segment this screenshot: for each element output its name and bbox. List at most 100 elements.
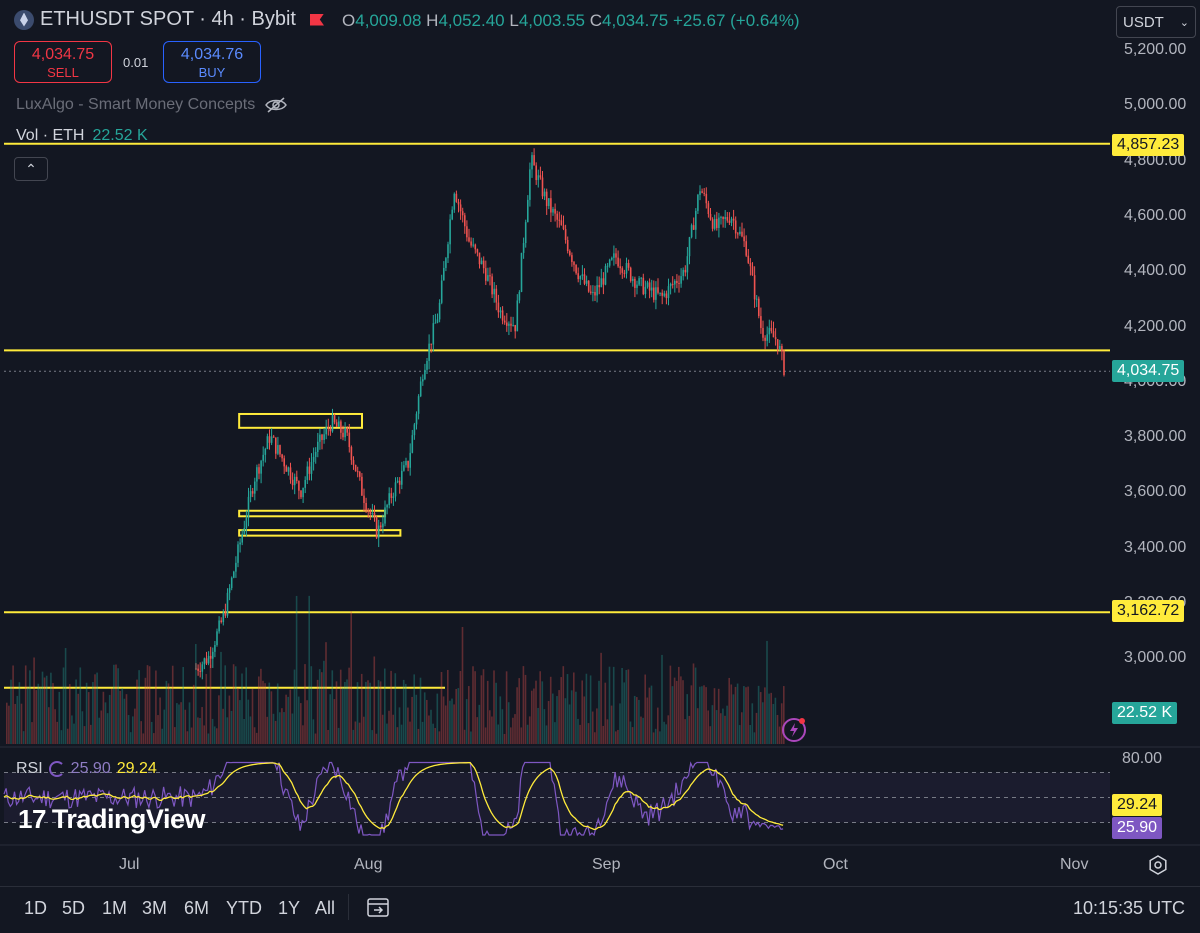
date-range-icon[interactable] [366, 895, 390, 919]
sync-icon[interactable] [48, 761, 65, 777]
candle-body [556, 213, 558, 220]
volume-bar [533, 688, 535, 744]
candle-body [657, 287, 659, 293]
candle-body [419, 381, 422, 397]
volume-bar [747, 686, 749, 744]
candle-body [745, 241, 747, 256]
clock[interactable]: 10:15:35 UTC [1073, 898, 1185, 919]
candle-body [766, 334, 768, 341]
candle-body [350, 447, 353, 461]
volume-bar [766, 640, 768, 744]
range-6m[interactable]: 6M [184, 898, 209, 919]
candle-body [270, 436, 273, 443]
volume-bar [69, 684, 71, 744]
volume-bar [66, 728, 69, 744]
candle-body [592, 292, 594, 294]
range-1d[interactable]: 1D [24, 898, 47, 919]
volume-bar [354, 721, 357, 744]
volume-bar [648, 687, 651, 744]
candle-body [472, 244, 474, 246]
candle-body [361, 476, 363, 496]
volume-bar [287, 696, 289, 744]
volume-bar [568, 704, 571, 744]
range-all[interactable]: All [315, 898, 335, 919]
volume-bar [608, 666, 611, 744]
volume-bar [184, 709, 187, 744]
volume-bar [270, 691, 273, 744]
candle-body [713, 218, 716, 229]
support-level-tag: 3,162.72 [1112, 600, 1185, 622]
candle-body [241, 533, 243, 543]
candle-body [535, 165, 537, 181]
range-5d[interactable]: 5D [62, 898, 85, 919]
candle-body [335, 422, 338, 427]
range-3m[interactable]: 3M [142, 898, 167, 919]
candle-body [304, 479, 306, 488]
volume-bar [342, 687, 344, 744]
candle-body [590, 291, 592, 293]
settings-gear-icon[interactable] [1148, 855, 1168, 875]
volume-bar [195, 644, 197, 744]
candle-body [690, 225, 693, 238]
volume-bar [79, 667, 82, 744]
volume-bar [759, 692, 762, 744]
volume-bar [535, 680, 537, 744]
rsi-legend[interactable]: RSI 25.90 29.24 [16, 760, 157, 778]
volume-bar [602, 725, 604, 744]
volume-bar [247, 699, 250, 744]
volume-bar [98, 717, 100, 744]
volume-bar [732, 694, 735, 744]
candle-body [401, 470, 403, 485]
candle-body [569, 250, 571, 256]
range-ytd[interactable]: YTD [226, 898, 262, 919]
volume-bar [264, 683, 266, 744]
price-chart[interactable] [0, 0, 1200, 932]
candle-body [529, 169, 531, 200]
volume-bar [516, 687, 518, 744]
candle-body [585, 280, 588, 284]
volume-bar [537, 707, 539, 744]
volume-bar [232, 664, 235, 744]
volume-bar [552, 693, 554, 744]
volume-bar [629, 721, 632, 744]
volume-bar [358, 722, 361, 744]
volume-bar [216, 728, 218, 744]
candle-body [598, 285, 600, 288]
volume-bar [150, 721, 153, 744]
volume-bar [211, 718, 214, 744]
flash-alert-icon[interactable] [781, 716, 807, 742]
candle-body [506, 322, 508, 326]
volume-bar [699, 686, 701, 744]
candle-body [548, 198, 550, 207]
volume-bar [92, 682, 94, 744]
candle-body [726, 217, 729, 221]
candle-body [403, 465, 405, 471]
candle-body [308, 466, 311, 474]
volume-bar [22, 731, 25, 744]
volume-bar [701, 686, 703, 744]
volume-bar [554, 722, 556, 744]
candle-body [422, 379, 424, 382]
candle-body [669, 283, 672, 287]
candle-body [382, 523, 384, 528]
candle-body [340, 421, 342, 433]
candle-body [293, 476, 296, 486]
candle-body [245, 517, 248, 528]
range-1y[interactable]: 1Y [278, 898, 300, 919]
volume-bar [749, 724, 751, 744]
price-axis-label: 4,400.00 [1124, 262, 1187, 280]
candle-body [296, 476, 298, 481]
candle-body [718, 217, 720, 228]
price-axis-label: 3,000.00 [1124, 649, 1187, 667]
volume-bar [638, 699, 640, 744]
volume-bar [62, 667, 65, 744]
candle-body [701, 191, 703, 193]
volume-bar [650, 685, 653, 744]
candle-body [260, 460, 262, 474]
candle-body [338, 421, 340, 427]
range-1m[interactable]: 1M [102, 898, 127, 919]
candle-body [365, 502, 367, 511]
volume-bar [495, 682, 497, 744]
candle-body [287, 467, 290, 472]
volume-bar [743, 686, 745, 744]
